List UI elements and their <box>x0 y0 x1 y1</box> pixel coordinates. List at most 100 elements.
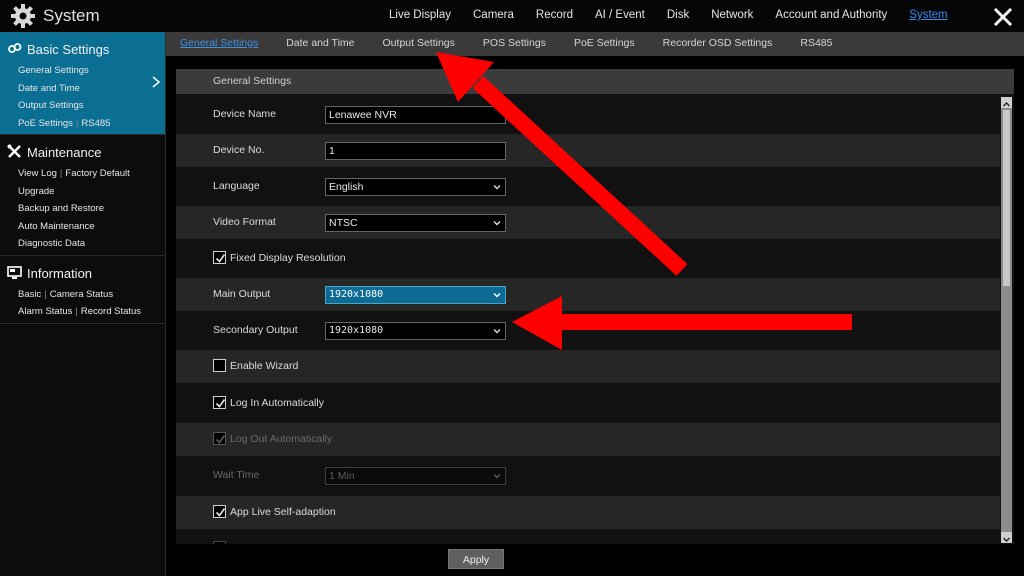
sidebar-section-basic-settings: Basic Settings General Settings Date and… <box>0 32 165 135</box>
device-name-input[interactable]: Lenawee NVR <box>325 106 506 124</box>
label-device-name: Device Name <box>213 108 277 120</box>
close-icon[interactable] <box>994 8 1012 26</box>
top-nav-network[interactable]: Network <box>700 0 764 32</box>
sidebar-header-basic[interactable]: Basic Settings <box>0 32 165 62</box>
sidebar-item-diagnostic-data[interactable]: Diagnostic Data <box>18 238 85 249</box>
sidebar-item-output-settings[interactable]: Output Settings <box>18 100 83 111</box>
label-enable-wizard: Enable Wizard <box>230 360 299 372</box>
sidebar-header-information[interactable]: Information <box>0 256 165 286</box>
sidebar-item-upgrade[interactable]: Upgrade <box>18 186 54 197</box>
top-nav-system[interactable]: System <box>898 0 958 32</box>
sidebar-title-maintenance: Maintenance <box>27 145 102 160</box>
secondary-output-value: 1920x1080 <box>329 325 384 336</box>
row-secondary-output: Secondary Output 1920x1080 <box>176 314 1000 347</box>
app-live-self-adaption-checkbox[interactable] <box>213 505 226 518</box>
scroll-down-button[interactable] <box>1001 532 1012 543</box>
settings-panel: General Settings Device Name Lenawee NVR… <box>176 69 1014 544</box>
chevron-down-icon <box>493 185 501 190</box>
label-secondary-output: Secondary Output <box>213 324 298 336</box>
info-icon <box>7 265 22 279</box>
scroll-thumb[interactable] <box>1003 110 1010 286</box>
sidebar-item-general-settings[interactable]: General Settings <box>18 65 89 76</box>
wait-time-select: 1 Min <box>325 467 506 485</box>
checkmark-icon <box>215 508 226 517</box>
top-nav-ai-event[interactable]: AI / Event <box>584 0 656 32</box>
sidebar-item-poe-settings[interactable]: PoE Settings <box>18 118 73 129</box>
checkmark-icon <box>215 254 226 263</box>
row-fixed-display-resolution: Fixed Display Resolution <box>176 242 1000 275</box>
sidebar-item-rs485[interactable]: RS485 <box>81 118 110 129</box>
label-main-output: Main Output <box>213 288 271 300</box>
sidebar-item-basic[interactable]: Basic <box>18 289 41 300</box>
chevron-down-icon <box>493 474 501 479</box>
fixed-display-resolution-checkbox[interactable] <box>213 251 226 264</box>
gear-icon <box>11 4 35 28</box>
sidebar-item-backup-restore[interactable]: Backup and Restore <box>18 203 104 214</box>
tab-general-settings[interactable]: General Settings <box>166 32 272 56</box>
row-device-name: Device Name Lenawee NVR <box>176 98 1000 131</box>
log-in-automatically-checkbox[interactable] <box>213 396 226 409</box>
chevron-up-icon <box>1003 102 1010 107</box>
sidebar-section-maintenance: Maintenance View Log | Factory Default Upg… <box>0 135 165 256</box>
device-no-input[interactable]: 1 <box>325 142 506 160</box>
top-nav: Live Display Camera Record AI / Event Di… <box>378 0 959 32</box>
top-nav-camera[interactable]: Camera <box>462 0 525 32</box>
row-app-live-self-adaption: App Live Self-adaption <box>176 496 1000 529</box>
chevron-right-icon[interactable] <box>151 76 161 88</box>
checkmark-icon <box>215 435 226 444</box>
row-enable-wizard: Enable Wizard <box>176 350 1000 383</box>
label-fixed-display-resolution: Fixed Display Resolution <box>230 252 346 264</box>
label-device-no: Device No. <box>213 144 265 156</box>
video-format-select[interactable]: NTSC <box>325 214 506 232</box>
chevron-down-icon <box>1003 537 1010 542</box>
sidebar-item-auto-maintenance[interactable]: Auto Maintenance <box>18 221 95 232</box>
scroll-up-button[interactable] <box>1001 97 1012 108</box>
sidebar-item-alarm-status[interactable]: Alarm Status <box>18 306 72 317</box>
sidebar-header-maintenance[interactable]: Maintenance <box>0 135 165 165</box>
language-select[interactable]: English <box>325 178 506 196</box>
sidebar-item-record-status[interactable]: Record Status <box>81 306 141 317</box>
enable-wizard-checkbox[interactable] <box>213 359 226 372</box>
video-format-value: NTSC <box>329 217 358 229</box>
tab-pos-settings[interactable]: POS Settings <box>469 32 560 56</box>
panel-title: General Settings <box>213 75 292 87</box>
wrench-icon <box>7 144 21 158</box>
chevron-down-icon <box>493 293 501 298</box>
sidebar-item-date-time[interactable]: Date and Time <box>18 83 80 94</box>
sub-tabs: General Settings Date and Time Output Se… <box>166 32 1024 56</box>
panel-header: General Settings <box>176 69 1014 94</box>
checkmark-icon <box>215 399 226 408</box>
sidebar: Basic Settings General Settings Date and… <box>0 32 166 576</box>
main-output-select[interactable]: 1920x1080 <box>325 286 506 304</box>
row-log-in-automatically: Log In Automatically <box>176 387 1000 420</box>
tab-recorder-osd-settings[interactable]: Recorder OSD Settings <box>649 32 787 56</box>
separator: | <box>44 288 47 300</box>
row-partial-next <box>176 532 1000 544</box>
wait-time-value: 1 Min <box>329 470 355 482</box>
chevron-down-icon <box>493 221 501 226</box>
tab-date-time[interactable]: Date and Time <box>272 32 368 56</box>
tab-poe-settings[interactable]: PoE Settings <box>560 32 649 56</box>
row-log-out-automatically: Log Out Automatically <box>176 423 1000 456</box>
chevron-down-icon <box>493 329 501 334</box>
apply-button[interactable]: Apply <box>448 549 504 569</box>
sidebar-title-information: Information <box>27 265 93 281</box>
top-nav-disk[interactable]: Disk <box>656 0 700 32</box>
scrollbar[interactable] <box>1001 97 1012 543</box>
secondary-output-select[interactable]: 1920x1080 <box>325 322 506 340</box>
top-nav-account-authority[interactable]: Account and Authority <box>764 0 898 32</box>
top-nav-live-display[interactable]: Live Display <box>378 0 462 32</box>
label-video-format: Video Format <box>213 216 276 228</box>
sidebar-item-camera-status[interactable]: Camera Status <box>50 289 113 300</box>
label-log-out-automatically: Log Out Automatically <box>230 433 333 445</box>
sidebar-item-view-log[interactable]: View Log <box>18 168 57 179</box>
row-device-no: Device No. 1 <box>176 134 1000 167</box>
tab-output-settings[interactable]: Output Settings <box>369 32 469 56</box>
label-log-in-automatically: Log In Automatically <box>230 397 324 409</box>
top-nav-record[interactable]: Record <box>525 0 584 32</box>
sidebar-section-information: Information Basic | Camera Status Alarm St… <box>0 256 165 324</box>
language-value: English <box>329 181 364 193</box>
tab-rs485[interactable]: RS485 <box>786 32 846 56</box>
sidebar-title-basic: Basic Settings <box>27 42 110 57</box>
sidebar-item-factory-default[interactable]: Factory Default <box>65 168 129 179</box>
